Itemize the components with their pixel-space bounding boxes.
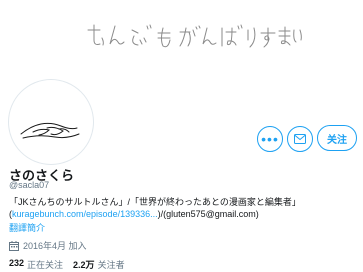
calendar-icon [9,240,19,251]
follow-stats: 232 正在关注 2.2万 关注者 [9,258,135,271]
followers-count: 2.2万 [73,260,95,270]
join-date: 2016年4月 加入 [9,239,87,252]
following-link[interactable]: 232 正在关注 [9,258,63,271]
user-handle: @sacla07 [9,180,50,190]
translate-bio-link[interactable]: 翻譯簡介 [9,221,45,234]
more-options-button[interactable]: ••• [257,126,283,152]
more-icon: ••• [261,131,279,147]
following-label: 正在关注 [27,260,64,270]
bio-text-2: )/(gluten575@gmail.com) [157,209,259,219]
following-count: 232 [9,258,25,268]
avatar-drawing-image [20,122,80,139]
followers-label: 关注者 [97,260,125,270]
message-button[interactable] [287,126,313,152]
envelope-icon [294,134,306,144]
follow-button-label: 关注 [327,134,347,146]
avatar[interactable] [9,80,93,164]
profile-bio: 「JKさんちのサルトルさん」/「世界が終わったあとの漫画家と編集者」(kurag… [9,196,359,220]
followers-link[interactable]: 2.2万 关注者 [73,258,125,271]
join-date-text: 2016年4月 加入 [23,241,87,251]
bio-link[interactable]: kuragebunch.com/episode/139336... [12,209,158,219]
follow-button[interactable]: 关注 [317,125,357,151]
